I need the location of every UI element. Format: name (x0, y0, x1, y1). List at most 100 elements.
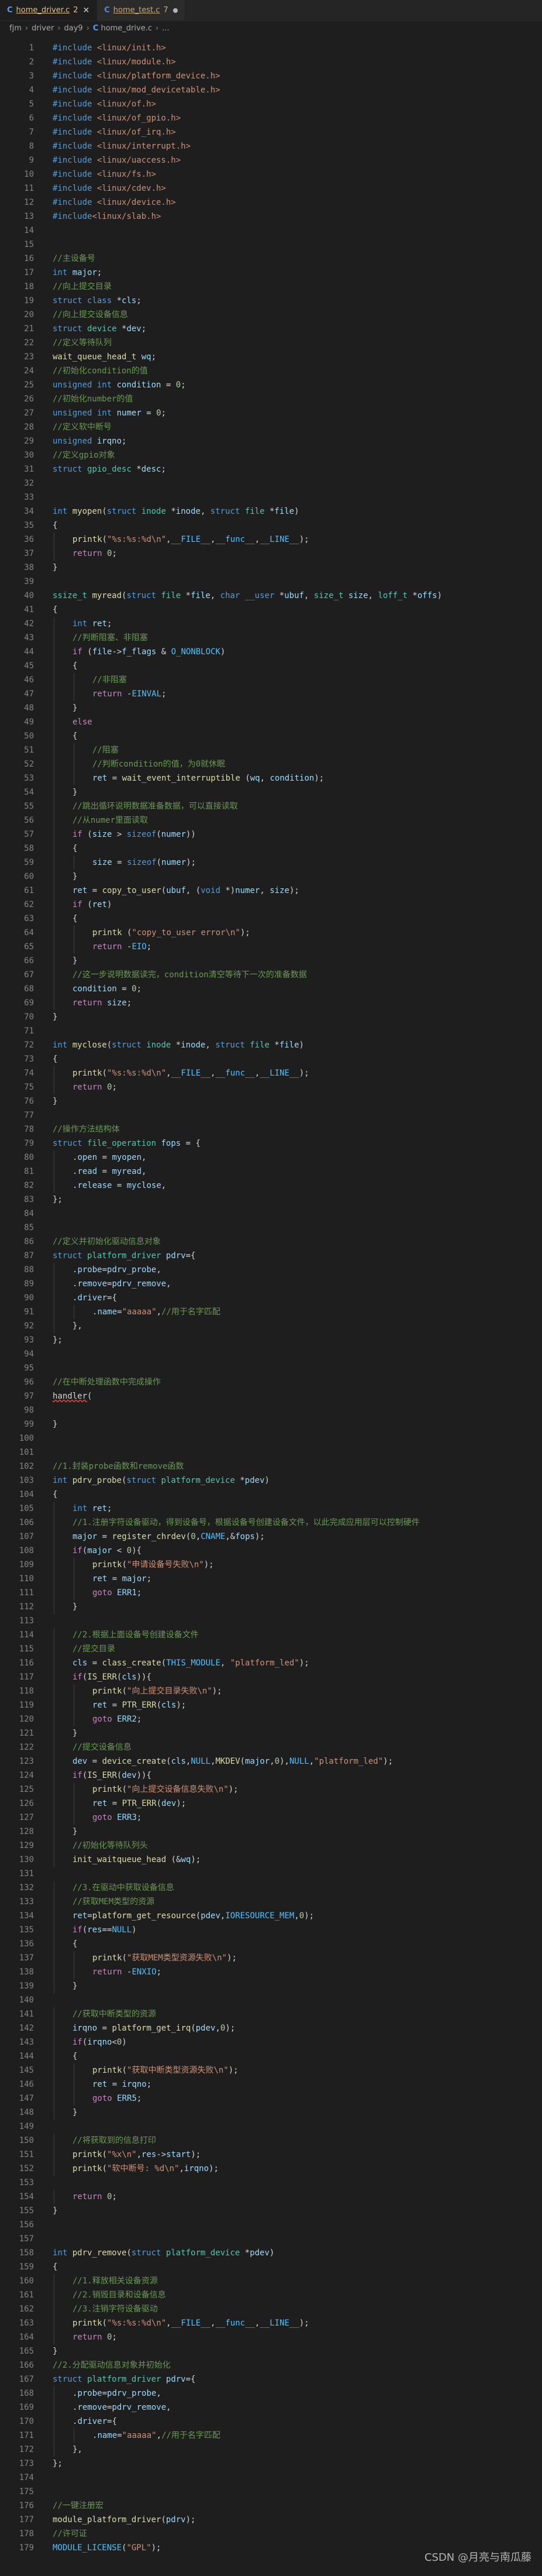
code-line[interactable]: 13 #include<linux/slab.h> (0, 209, 542, 224)
code-line[interactable]: 168 .probe=pdrv_probe, (0, 2386, 542, 2400)
close-icon[interactable]: ✕ (83, 6, 90, 15)
code-line[interactable]: 81 .read = myread, (0, 1165, 542, 1179)
code-line[interactable]: 41 { (0, 603, 542, 617)
code-line[interactable]: 10 #include <linux/fs.h> (0, 167, 542, 181)
code-line[interactable]: 132 //3.在驱动中获取设备信息 (0, 1881, 542, 1895)
code-line[interactable]: 61 ret = copy_to_user(ubuf, (void *)numer… (0, 884, 542, 898)
breadcrumb-item[interactable]: home_drive.c (101, 24, 152, 33)
code-line[interactable]: 95 (0, 1361, 542, 1375)
code-line[interactable]: 98 (0, 1403, 542, 1417)
code-line[interactable]: 149 (0, 2120, 542, 2134)
code-line[interactable]: 116 cls = class_create(THIS_MODULE, "plat… (0, 1656, 542, 1670)
code-line[interactable]: 76} (0, 1094, 542, 1108)
code-line[interactable]: 71 (0, 1024, 542, 1038)
code-line[interactable]: 127 goto ERR3; (0, 1811, 542, 1825)
code-line[interactable]: 122 //提交设备信息 (0, 1740, 542, 1754)
code-line[interactable]: 178 //许可证 (0, 2527, 542, 2541)
code-line[interactable]: 8 #include <linux/interrupt.h> (0, 139, 542, 153)
code-line[interactable]: 18 //向上提交目录 (0, 280, 542, 294)
code-line[interactable]: 100 (0, 1431, 542, 1445)
code-line[interactable]: 162 //3.注销字符设备驱动 (0, 2302, 542, 2316)
code-line[interactable]: 147 goto ERR5; (0, 2091, 542, 2106)
code-line[interactable]: 138 return -ENXIO; (0, 1965, 542, 1979)
code-line[interactable]: 40 ssize_t myread(struct file *file, char… (0, 589, 542, 603)
code-line[interactable]: 47 return -EINVAL; (0, 687, 542, 701)
code-line[interactable]: 68 condition = 0; (0, 982, 542, 996)
code-line[interactable]: 152 printk("软中断号: %d\n",irqno); (0, 2162, 542, 2176)
code-line[interactable]: 113 (0, 1614, 542, 1628)
code-line[interactable]: 135 if(res==NULL) (0, 1923, 542, 1937)
code-line[interactable]: 112} (0, 1600, 542, 1614)
code-line[interactable]: 62 if (ret) (0, 898, 542, 912)
code-line[interactable]: 158 int pdrv_remove(struct platform_devic… (0, 2246, 542, 2260)
code-line[interactable]: 167 struct platform_driver pdrv={ (0, 2372, 542, 2386)
code-line[interactable]: 28 //定义软中断号 (0, 420, 542, 434)
code-line[interactable]: 146 ret = irqno; (0, 2077, 542, 2091)
code-line[interactable]: 26 //初始化number的值 (0, 392, 542, 406)
code-line[interactable]: 131 (0, 1867, 542, 1881)
code-line[interactable]: 56 //从numer里面读取 (0, 813, 542, 827)
code-line[interactable]: 84 (0, 1207, 542, 1221)
code-line[interactable]: 23 wait_queue_head_t wq; (0, 350, 542, 364)
code-line[interactable]: 130 init_waitqueue_head (&wq); (0, 1853, 542, 1867)
code-line[interactable]: 160 //1.释放相关设备资源 (0, 2274, 542, 2288)
code-line[interactable]: 94 (0, 1347, 542, 1361)
tab-home-driver[interactable]: C home_driver.c 2 ✕ (0, 0, 98, 20)
code-line[interactable]: 129 //初始化等待队列头 (0, 1839, 542, 1853)
code-line[interactable]: 42 int ret; (0, 617, 542, 631)
code-line[interactable]: 75 return 0; (0, 1080, 542, 1094)
code-line[interactable]: 31 struct gpio_desc *desc; (0, 462, 542, 476)
code-line[interactable]: 128} (0, 1825, 542, 1839)
code-line[interactable]: 143 if(irqno<0) (0, 2035, 542, 2049)
code-line[interactable]: 59 size = sizeof(numer); (0, 856, 542, 870)
code-line[interactable]: 176 //一键注册宏 (0, 2499, 542, 2513)
code-line[interactable]: 126 ret = PTR_ERR(dev); (0, 1797, 542, 1811)
code-line[interactable]: 52 //判断condition的值，为0就休眠 (0, 757, 542, 771)
code-line[interactable]: 34 int myopen(struct inode *inode, struct… (0, 504, 542, 518)
code-line[interactable]: 148} (0, 2106, 542, 2120)
code-line[interactable]: 90 .driver={ (0, 1291, 542, 1305)
code-line[interactable]: 145 printk("获取中断类型资源失败\n"); (0, 2063, 542, 2077)
code-line[interactable]: 157 (0, 2232, 542, 2246)
code-line[interactable]: 48} (0, 701, 542, 715)
code-line[interactable]: 55 //跳出循环说明数据准备数据，可以直接读取 (0, 799, 542, 813)
code-line[interactable]: 107 major = register_chrdev(0,CNAME,&fops… (0, 1530, 542, 1544)
code-line[interactable]: 60} (0, 870, 542, 884)
code-line[interactable]: 49 else (0, 715, 542, 729)
code-line[interactable]: 72 int myclose(struct inode *inode, struc… (0, 1038, 542, 1052)
code-line[interactable]: 53 ret = wait_event_interruptible (wq, co… (0, 771, 542, 785)
code-line[interactable]: 65 return -EIO; (0, 940, 542, 954)
code-line[interactable]: 85 (0, 1221, 542, 1235)
code-line[interactable]: 51 //阻塞 (0, 743, 542, 757)
code-line[interactable]: 70} (0, 1010, 542, 1024)
code-line[interactable]: 21 struct device *dev; (0, 322, 542, 336)
code-line[interactable]: 154 return 0; (0, 2190, 542, 2204)
code-line[interactable]: 102 //1.封装probe函数和remove函数 (0, 1459, 542, 1474)
code-line[interactable]: 124 if(IS_ERR(dev)){ (0, 1768, 542, 1782)
code-line[interactable]: 92}, (0, 1319, 542, 1333)
code-line[interactable]: 39 (0, 575, 542, 589)
code-line[interactable]: 153 (0, 2176, 542, 2190)
code-line[interactable]: 77 (0, 1108, 542, 1122)
code-line[interactable]: 27 unsigned int numer = 0; (0, 406, 542, 420)
code-line[interactable]: 29 unsigned irqno; (0, 434, 542, 448)
code-line[interactable]: 38} (0, 561, 542, 575)
code-line[interactable]: 111 goto ERR1; (0, 1586, 542, 1600)
code-line[interactable]: 14 (0, 224, 542, 238)
code-line[interactable]: 156 (0, 2218, 542, 2232)
code-line[interactable]: 83}; (0, 1193, 542, 1207)
code-line[interactable]: 89 .remove=pdrv_remove, (0, 1277, 542, 1291)
code-line[interactable]: 101 (0, 1445, 542, 1459)
code-line[interactable]: 144 { (0, 2049, 542, 2063)
code-line[interactable]: 108 if(major < 0){ (0, 1544, 542, 1558)
code-line[interactable]: 93}; (0, 1333, 542, 1347)
code-line[interactable]: 96 //在中断处理函数中完成操作 (0, 1375, 542, 1389)
code-line[interactable]: 73 { (0, 1052, 542, 1066)
code-line[interactable]: 164 return 0; (0, 2330, 542, 2344)
code-line[interactable]: 172}, (0, 2443, 542, 2457)
code-line[interactable]: 136 { (0, 1937, 542, 1951)
unsaved-dot-icon[interactable] (172, 8, 178, 13)
code-line[interactable]: 15 (0, 238, 542, 252)
code-line[interactable]: 139} (0, 1979, 542, 1993)
code-line[interactable]: 4 #include <linux/mod_devicetable.h> (0, 83, 542, 97)
